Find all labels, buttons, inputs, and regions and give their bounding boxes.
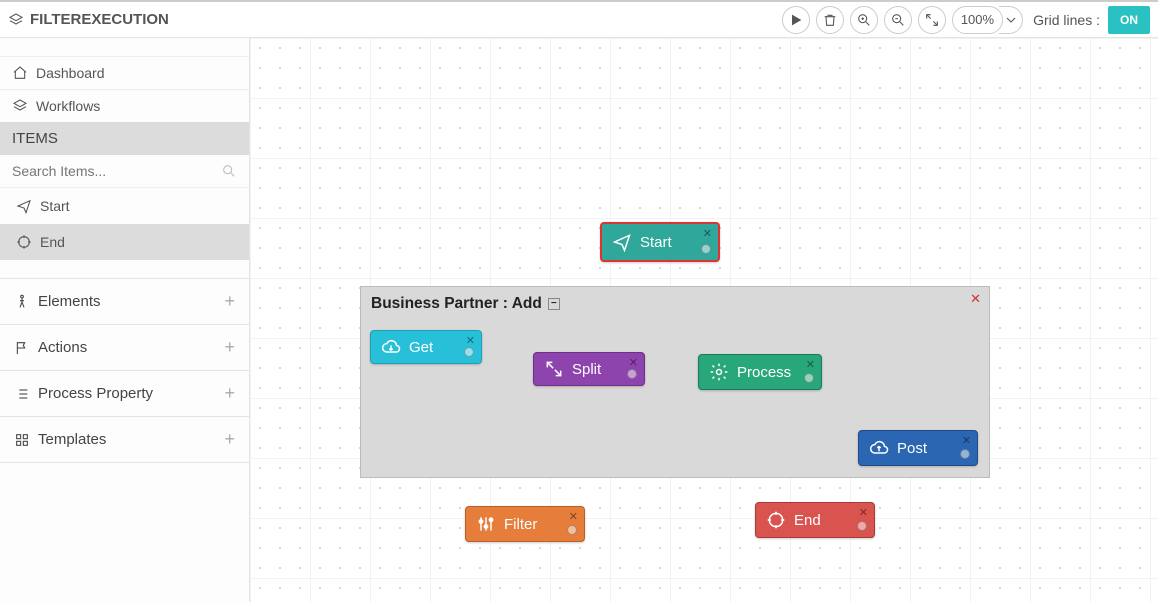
plus-icon: +: [224, 291, 235, 312]
port[interactable]: [701, 244, 711, 254]
port[interactable]: [567, 525, 577, 535]
layers-icon: [8, 12, 24, 28]
nav-workflows[interactable]: Workflows: [0, 89, 249, 122]
fullscreen-button[interactable]: [918, 6, 946, 34]
sliders-icon: [476, 514, 496, 534]
play-icon: [788, 12, 804, 28]
target-icon: [16, 234, 32, 250]
accordion-elements[interactable]: Elements +: [0, 278, 249, 324]
node-label: Filter: [504, 516, 537, 533]
accordion-label: Actions: [38, 339, 87, 356]
accordion-label: Templates: [38, 431, 106, 448]
zoom-out-icon: [890, 12, 906, 28]
group-title-text: Business Partner : Add: [371, 295, 542, 313]
node-get[interactable]: Get ✕: [370, 330, 482, 364]
search-box[interactable]: [0, 155, 249, 188]
node-start[interactable]: Start ✕: [600, 222, 720, 262]
accordion-actions[interactable]: Actions +: [0, 324, 249, 370]
node-label: Split: [572, 361, 601, 378]
node-label: Post: [897, 440, 927, 457]
target-icon: [766, 510, 786, 530]
flag-icon: [14, 340, 30, 356]
sidebar: Dashboard Workflows ITEMS Start End Elem…: [0, 38, 250, 602]
page-title: FILTEREXECUTION: [8, 11, 169, 28]
close-icon[interactable]: ✕: [806, 358, 815, 371]
zoom-level: 100%: [952, 6, 1003, 34]
node-post[interactable]: Post ✕: [858, 430, 978, 466]
nav-label: Workflows: [36, 98, 100, 114]
zoom-in-button[interactable]: [850, 6, 878, 34]
walk-icon: [14, 294, 30, 310]
port[interactable]: [804, 373, 814, 383]
palette-start[interactable]: Start: [0, 188, 249, 224]
node-process[interactable]: Process ✕: [698, 354, 822, 390]
accordion-label: Process Property: [38, 385, 153, 402]
close-icon[interactable]: ✕: [962, 434, 971, 447]
cloud-down-icon: [381, 337, 401, 357]
delete-button[interactable]: [816, 6, 844, 34]
palette-label: Start: [40, 198, 70, 214]
sidebar-section-items: ITEMS: [0, 122, 249, 155]
expand-icon: [924, 12, 940, 28]
palette-end[interactable]: End: [0, 224, 249, 260]
close-icon[interactable]: ✕: [970, 291, 981, 307]
node-label: Process: [737, 364, 791, 381]
search-input[interactable]: [12, 163, 221, 179]
node-split[interactable]: Split ✕: [533, 352, 645, 386]
gear-icon: [709, 362, 729, 382]
gridlines-label: Grid lines :: [1033, 12, 1100, 28]
close-icon[interactable]: ✕: [569, 510, 578, 523]
home-icon: [12, 65, 28, 81]
list-icon: [14, 386, 30, 402]
send-icon: [612, 232, 632, 252]
search-icon: [221, 163, 237, 179]
port[interactable]: [464, 347, 474, 357]
node-label: Get: [409, 339, 433, 356]
port[interactable]: [627, 369, 637, 379]
port[interactable]: [960, 449, 970, 459]
title-text: FILTEREXECUTION: [30, 11, 169, 28]
zoom-dropdown[interactable]: [999, 6, 1023, 34]
gridlines-toggle[interactable]: ON: [1108, 6, 1150, 34]
accordion-label: Elements: [38, 293, 101, 310]
nav-label: Dashboard: [36, 65, 105, 81]
cloud-up-icon: [869, 438, 889, 458]
zoom-out-button[interactable]: [884, 6, 912, 34]
close-icon[interactable]: ✕: [703, 227, 712, 240]
close-icon[interactable]: ✕: [859, 506, 868, 519]
close-icon[interactable]: ✕: [629, 356, 638, 369]
port[interactable]: [857, 521, 867, 531]
play-button[interactable]: [782, 6, 810, 34]
toolbar: FILTEREXECUTION 100% Grid lines : ON: [0, 0, 1158, 38]
grid-icon: [14, 432, 30, 448]
send-icon: [16, 198, 32, 214]
palette-label: End: [40, 234, 65, 250]
canvas[interactable]: Business Partner : Add − ✕ Start ✕ Get ✕…: [250, 38, 1158, 602]
accordion-templates[interactable]: Templates +: [0, 416, 249, 463]
layers-icon: [12, 98, 28, 114]
node-label: Start: [640, 234, 672, 251]
node-label: End: [794, 512, 821, 529]
plus-icon: +: [224, 429, 235, 450]
plus-icon: +: [224, 337, 235, 358]
close-icon[interactable]: ✕: [466, 334, 475, 347]
trash-icon: [822, 12, 838, 28]
plus-icon: +: [224, 383, 235, 404]
node-filter[interactable]: Filter ✕: [465, 506, 585, 542]
nav-dashboard[interactable]: Dashboard: [0, 56, 249, 89]
collapse-button[interactable]: −: [548, 298, 560, 310]
split-icon: [544, 359, 564, 379]
accordion-process-property[interactable]: Process Property +: [0, 370, 249, 416]
node-end[interactable]: End ✕: [755, 502, 875, 538]
chevron-down-icon: [1003, 12, 1019, 28]
zoom-in-icon: [856, 12, 872, 28]
group-title: Business Partner : Add −: [371, 295, 560, 313]
